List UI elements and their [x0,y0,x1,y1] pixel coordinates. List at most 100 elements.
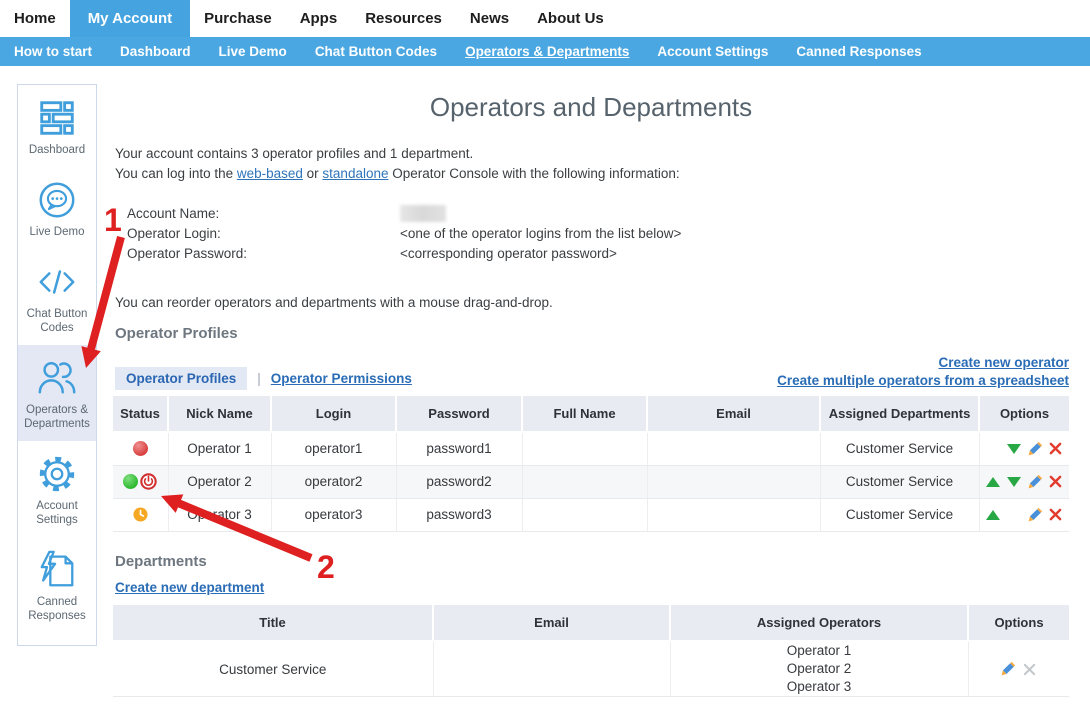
sidebar-item-label: Dashboard [29,143,85,157]
nav-purchase[interactable]: Purchase [190,0,286,37]
nav-my-account[interactable]: My Account [70,0,190,37]
col-status: Status [113,396,168,432]
live-demo-icon [36,179,78,221]
subnav-operators-departments[interactable]: Operators & Departments [451,44,643,59]
col-email: Email [647,396,820,432]
login-cell: operator1 [271,432,396,465]
password-cell: password2 [396,465,522,498]
create-multiple-operators-link[interactable]: Create multiple operators from a spreads… [777,373,1069,388]
code-icon [36,261,78,303]
full-name-cell [522,465,647,498]
password-cell: password3 [396,498,522,531]
account-name-redacted-value [400,205,446,222]
sidebar-item-canned-responses[interactable]: Canned Responses [18,537,96,633]
sidebar-item-label: Account Settings [20,499,94,527]
gear-icon [36,453,78,495]
col-title: Title [113,605,433,641]
tab-operator-profiles[interactable]: Operator Profiles [115,367,247,390]
reorder-note: You can reorder operators and department… [115,295,553,310]
col-assigned-operators: Assigned Operators [670,605,968,641]
move-up-icon[interactable] [985,507,1001,523]
empty-slot [985,441,1001,457]
sidebar-item-label: Chat Button Codes [20,307,94,335]
delete-icon-disabled [1021,661,1037,677]
operator-login-value: <one of the operator logins from the lis… [400,226,681,241]
subnav-chat-button-codes[interactable]: Chat Button Codes [301,44,451,59]
people-icon [36,357,78,399]
login-cell: operator3 [271,498,396,531]
move-down-icon[interactable] [1006,441,1022,457]
sidebar-item-dashboard[interactable]: Dashboard [18,85,96,167]
col-assigned-departments: Assigned Departments [820,396,979,432]
lightning-doc-icon [36,549,78,591]
intro-line-1: Your account contains 3 operator profile… [115,144,680,164]
nick-name-cell: Operator 1 [168,432,271,465]
nick-name-cell: Operator 3 [168,498,271,531]
email-cell [647,465,820,498]
edit-icon[interactable] [1027,474,1043,490]
operator-profiles-heading: Operator Profiles [115,325,238,342]
nav-resources[interactable]: Resources [351,0,456,37]
subnav-dashboard[interactable]: Dashboard [106,44,205,59]
standalone-link[interactable]: standalone [322,166,388,181]
edit-icon[interactable] [1027,441,1043,457]
subnav-how-to-start[interactable]: How to start [0,44,106,59]
subnav-account-settings[interactable]: Account Settings [643,44,782,59]
tab-operator-permissions[interactable]: Operator Permissions [271,371,412,386]
operator-password-value: <corresponding operator password> [400,246,617,261]
assigned-operators-cell: Operator 1 Operator 2 Operator 3 [670,641,968,697]
table-row: Operator 3 operator3 password3 Customer … [113,498,1069,531]
sidebar-item-live-demo[interactable]: Live Demo [18,167,96,249]
col-nick-name: Nick Name [168,396,271,432]
create-new-operator-link[interactable]: Create new operator [938,355,1069,370]
sidebar-item-label: Live Demo [30,225,85,239]
status-offline-icon [133,441,148,456]
col-full-name: Full Name [522,396,647,432]
subnav-canned-responses[interactable]: Canned Responses [782,44,935,59]
tab-separator: | [257,371,261,386]
col-login: Login [271,396,396,432]
dashboard-icon [36,97,78,139]
department-email-cell [433,641,670,697]
delete-icon[interactable] [1048,474,1064,490]
edit-icon[interactable] [1027,507,1043,523]
nav-home[interactable]: Home [0,0,70,37]
email-cell [647,498,820,531]
password-cell: password1 [396,432,522,465]
move-down-icon[interactable] [1006,474,1022,490]
departments-cell: Customer Service [820,432,979,465]
empty-slot [1006,507,1022,523]
page-title: Operators and Departments [113,92,1069,123]
sidebar-item-operators-departments[interactable]: Operators & Departments [18,345,96,441]
web-based-link[interactable]: web-based [237,166,303,181]
power-logoff-icon[interactable] [140,473,157,490]
delete-icon[interactable] [1048,441,1064,457]
create-new-department-link[interactable]: Create new department [115,580,264,595]
sidebar: Dashboard Live Demo Chat Button Codes [17,84,97,646]
sub-navigation: How to start Dashboard Live Demo Chat Bu… [0,37,1090,66]
operators-table-header: Status Nick Name Login Password Full Nam… [113,396,1069,432]
nav-about-us[interactable]: About Us [523,0,618,37]
edit-icon[interactable] [1000,661,1016,677]
operator-password-label: Operator Password: [127,246,400,261]
top-navigation: Home My Account Purchase Apps Resources … [0,0,1090,37]
nav-news[interactable]: News [456,0,523,37]
subnav-live-demo[interactable]: Live Demo [205,44,301,59]
sidebar-item-account-settings[interactable]: Account Settings [18,441,96,537]
table-row: Operator 1 operator1 password1 Customer … [113,432,1069,465]
sidebar-item-chat-button-codes[interactable]: Chat Button Codes [18,249,96,345]
full-name-cell [522,432,647,465]
departments-table: Title Email Assigned Operators Options C… [113,605,1069,697]
departments-heading: Departments [115,553,207,570]
delete-icon[interactable] [1048,507,1064,523]
nav-apps[interactable]: Apps [286,0,352,37]
sidebar-item-label: Operators & Departments [20,403,94,431]
col-options: Options [968,605,1069,641]
sidebar-item-label: Canned Responses [20,595,94,623]
move-up-icon[interactable] [985,474,1001,490]
table-row: Customer Service Operator 1 Operator 2 O… [113,641,1069,697]
operator-tabs: Operator Profiles | Operator Permissions [115,367,412,390]
main-content: Operators and Departments Your account c… [113,84,1069,722]
col-password: Password [396,396,522,432]
department-title-cell: Customer Service [113,641,433,697]
